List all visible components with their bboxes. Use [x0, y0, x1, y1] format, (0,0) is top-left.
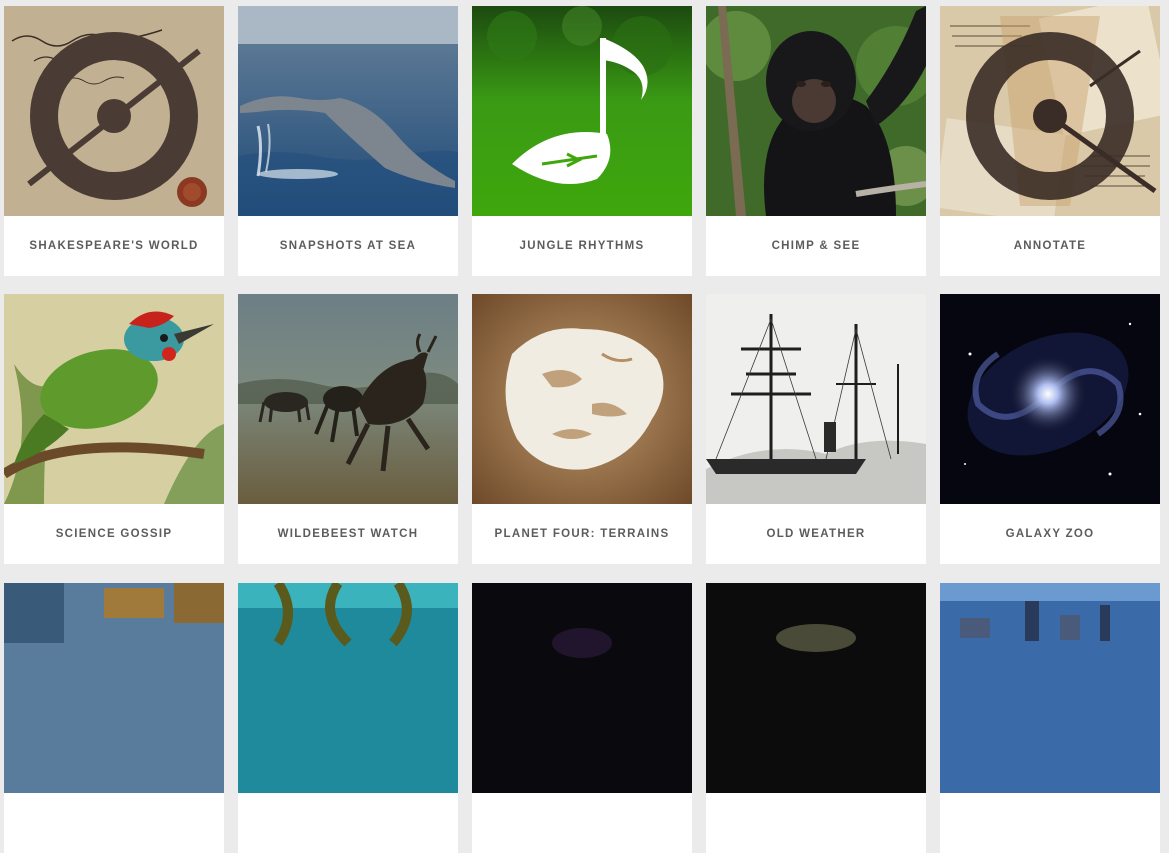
project-card-chimp-and-see[interactable]: CHIMP & SEE: [706, 6, 926, 276]
project-title: ANNOTATE: [1013, 240, 1087, 252]
kelp-forest-image: [238, 583, 458, 793]
project-card-jungle-rhythms[interactable]: JUNGLE RHYTHMS: [472, 6, 692, 276]
project-card-old-weather[interactable]: OLD WEATHER: [706, 294, 926, 564]
bird-illustration-image: [4, 294, 224, 504]
project-card-snapshots-at-sea[interactable]: SNAPSHOTS AT SEA: [238, 6, 458, 276]
project-card-shakespeares-world[interactable]: SHAKESPEARE'S WORLD: [4, 6, 224, 276]
ship-deck-image: [4, 583, 224, 793]
project-card-galaxy-zoo[interactable]: GALAXY ZOO: [940, 294, 1160, 564]
whale-tail-image: [238, 6, 458, 216]
shakespeares-world-icon: [4, 6, 224, 216]
project-card-partial[interactable]: [4, 583, 224, 853]
project-title: GALAXY ZOO: [1005, 528, 1095, 540]
project-card-planet-four-terrains[interactable]: PLANET FOUR: TERRAINS: [472, 294, 692, 564]
project-title: CHIMP & SEE: [771, 240, 861, 252]
project-title: WILDEBEEST WATCH: [277, 528, 419, 540]
sailing-ship-image: [706, 294, 926, 504]
project-card-wildebeest-watch[interactable]: WILDEBEEST WATCH: [238, 294, 458, 564]
mars-polar-cap-image: [472, 294, 692, 504]
city-skyline-image: [940, 583, 1160, 793]
project-title: OLD WEATHER: [766, 528, 866, 540]
project-title: SHAKESPEARE'S WORLD: [29, 240, 199, 252]
spiral-galaxy-image: [940, 294, 1160, 504]
project-card-partial[interactable]: [238, 583, 458, 853]
annotate-icon: [940, 6, 1160, 216]
chimpanzee-image: [706, 6, 926, 216]
music-note-leaf-icon: [472, 6, 692, 216]
project-card-partial[interactable]: [472, 583, 692, 853]
project-card-science-gossip[interactable]: SCIENCE GOSSIP: [4, 294, 224, 564]
project-title: SNAPSHOTS AT SEA: [279, 240, 417, 252]
project-title: PLANET FOUR: TERRAINS: [494, 528, 670, 540]
dark-space-image: [472, 583, 692, 793]
project-title: SCIENCE GOSSIP: [55, 528, 173, 540]
project-title: JUNGLE RHYTHMS: [519, 240, 645, 252]
rock-specimen-image: [706, 583, 926, 793]
project-card-annotate[interactable]: ANNOTATE: [940, 6, 1160, 276]
project-grid: SHAKESPEARE'S WORLD SNAPSHOTS AT SEA JUN…: [0, 0, 1169, 853]
project-card-partial[interactable]: [940, 583, 1160, 853]
wildebeest-image: [238, 294, 458, 504]
project-card-partial[interactable]: [706, 583, 926, 853]
